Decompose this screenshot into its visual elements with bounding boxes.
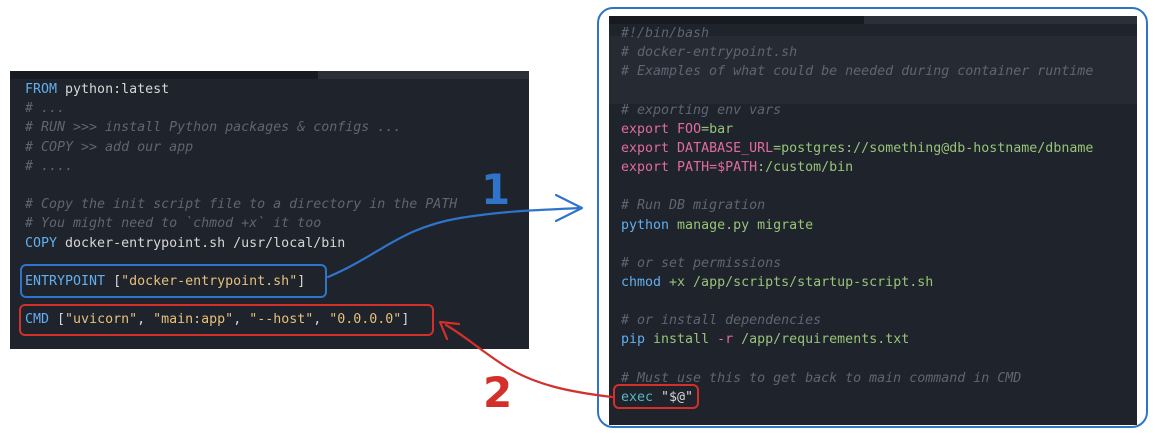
arrow-1-line (326, 206, 582, 279)
annotation-label-1: 1 (481, 165, 511, 214)
annotation-arrows (326, 193, 614, 399)
arrow-2-line (444, 323, 614, 399)
annotation-label-2: 2 (483, 368, 513, 417)
